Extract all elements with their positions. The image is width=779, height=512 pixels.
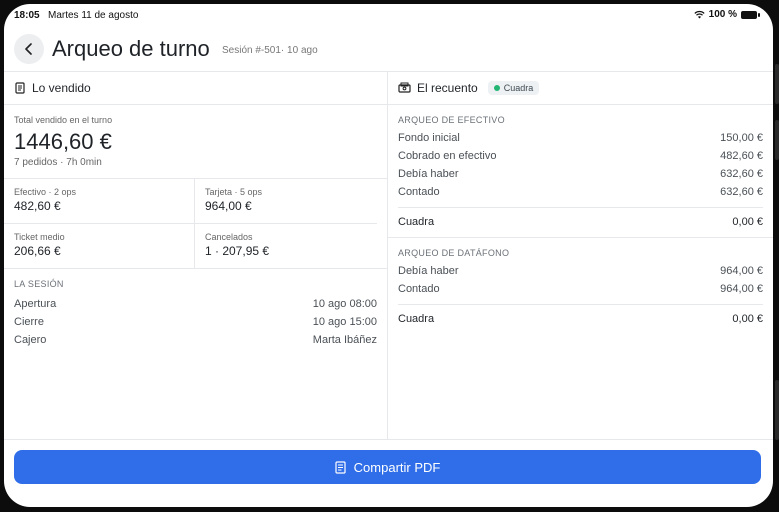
sales-breakdown: Efectivo · 2 ops 482,60 € Tarjeta · 5 op… [4, 179, 387, 268]
status-right: 100 % [694, 9, 760, 20]
total-value: 1446,60 € [14, 129, 112, 154]
row-value: 964,00 € [720, 265, 763, 277]
total-summary: Total vendido en el turno 1446,60 € 7 pe… [4, 105, 387, 179]
chevron-left-icon [25, 43, 32, 55]
cell-value: 482,60 € [14, 199, 61, 213]
result-label: Cuadra [398, 216, 435, 228]
success-dot-icon [493, 84, 500, 91]
card-row: Debía haber 964,00 € [398, 262, 763, 280]
cash-row: Fondo inicial 150,00 € [398, 129, 763, 147]
document-icon [335, 460, 346, 474]
status-badge-label: Cuadra [503, 82, 534, 93]
card-count-section: ARQUEO DE DATÁFONO Debía haber 964,00 € … [388, 237, 773, 334]
cell-label: Cancelados [205, 232, 253, 242]
card-count-title: ARQUEO DE DATÁFONO [398, 248, 510, 258]
row-label: Debía haber [398, 168, 459, 180]
row-label: Cobrado en efectivo [398, 150, 497, 162]
result-label: Cuadra [398, 313, 435, 325]
cash-count-section: ARQUEO DE EFECTIVO Fondo inicial 150,00 … [388, 105, 773, 237]
cash-row: Debía haber 632,60 € [398, 165, 763, 183]
cash-cell: Efectivo · 2 ops 482,60 € [4, 179, 194, 223]
row-value: Marta Ibáñez [312, 334, 377, 346]
status-time: 18:05 [14, 10, 40, 21]
session-section: LA SESIÓN Apertura 10 ago 08:00 Cierre 1… [4, 268, 387, 349]
power-button [775, 380, 779, 440]
share-pdf-button[interactable]: Compartir PDF [14, 450, 761, 484]
row-label: Fondo inicial [398, 132, 460, 144]
sold-panel-title: Lo vendido [32, 80, 91, 95]
card-result-row: Cuadra 0,00 € [398, 305, 763, 328]
status-badge: Cuadra [487, 80, 540, 95]
receipt-icon [15, 81, 25, 94]
cell-value: 964,00 € [205, 199, 252, 213]
count-panel-header: El recuento Cuadra [388, 71, 773, 105]
total-label: Total vendido en el turno [14, 115, 113, 125]
footer-bar: Compartir PDF [4, 439, 773, 507]
cell-value: 206,66 € [14, 244, 61, 258]
cell-value: 1 · 207,95 € [205, 244, 270, 258]
session-row-cajero: Cajero Marta Ibáñez [14, 331, 377, 349]
device-frame: 18:05 Martes 11 de agosto 100 % Arqueo d… [0, 0, 779, 512]
row-label: Cierre [14, 316, 44, 328]
battery-percent: 100 % [708, 9, 737, 20]
screen: 18:05 Martes 11 de agosto 100 % Arqueo d… [4, 4, 773, 507]
share-pdf-label: Compartir PDF [353, 459, 441, 475]
row-value: 632,60 € [720, 186, 763, 198]
cash-row: Cobrado en efectivo 482,60 € [398, 147, 763, 165]
row-value: 482,60 € [720, 150, 763, 162]
ticket-avg-cell: Ticket medio 206,66 € [4, 223, 194, 268]
row-label: Cajero [14, 334, 47, 346]
row-label: Debía haber [398, 265, 459, 277]
back-button[interactable] [14, 34, 44, 64]
sold-panel-header: Lo vendido [4, 71, 387, 105]
status-bar: 18:05 Martes 11 de agosto 100 % [4, 4, 773, 26]
row-label: Apertura [14, 298, 57, 310]
wifi-icon [694, 10, 705, 19]
row-value: 964,00 € [720, 283, 763, 295]
session-row-apertura: Apertura 10 ago 08:00 [14, 295, 377, 313]
count-panel-title: El recuento [417, 80, 478, 95]
cancelled-cell: Cancelados 1 · 207,95 € [194, 223, 377, 268]
cash-row: Contado 632,60 € [398, 183, 763, 201]
result-value: 0,00 € [732, 313, 763, 325]
count-panel: El recuento Cuadra ARQUEO DE EFECTIVO Fo… [388, 71, 773, 439]
card-cell: Tarjeta · 5 ops 964,00 € [194, 179, 377, 223]
cash-register-icon [398, 82, 411, 93]
session-row-cierre: Cierre 10 ago 15:00 [14, 313, 377, 331]
status-date: Martes 11 de agosto [48, 10, 139, 21]
cell-label: Tarjeta · 5 ops [205, 187, 263, 197]
row-value: 632,60 € [720, 168, 763, 180]
row-label: Contado [398, 283, 440, 295]
cash-count-title: ARQUEO DE EFECTIVO [398, 115, 505, 125]
page-title: Arqueo de turno [52, 36, 210, 61]
cell-label: Efectivo · 2 ops [14, 187, 77, 197]
page-header: Arqueo de turno Sesión #-501· 10 ago [4, 26, 773, 72]
total-meta: 7 pedidos · 7h 0min [14, 157, 102, 168]
battery-icon [741, 10, 760, 19]
sold-panel: Lo vendido Total vendido en el turno 144… [4, 71, 388, 439]
volume-down-button [775, 120, 779, 160]
volume-up-button [775, 64, 779, 104]
session-title: LA SESIÓN [14, 279, 64, 289]
row-value: 10 ago 08:00 [312, 298, 377, 310]
result-value: 0,00 € [732, 216, 763, 228]
session-subtitle: Sesión #-501· 10 ago [222, 45, 318, 56]
row-label: Contado [398, 186, 440, 198]
row-value: 10 ago 15:00 [312, 316, 377, 328]
cell-label: Ticket medio [14, 232, 65, 242]
card-row: Contado 964,00 € [398, 280, 763, 298]
row-value: 150,00 € [720, 132, 763, 144]
cash-result-row: Cuadra 0,00 € [398, 208, 763, 231]
